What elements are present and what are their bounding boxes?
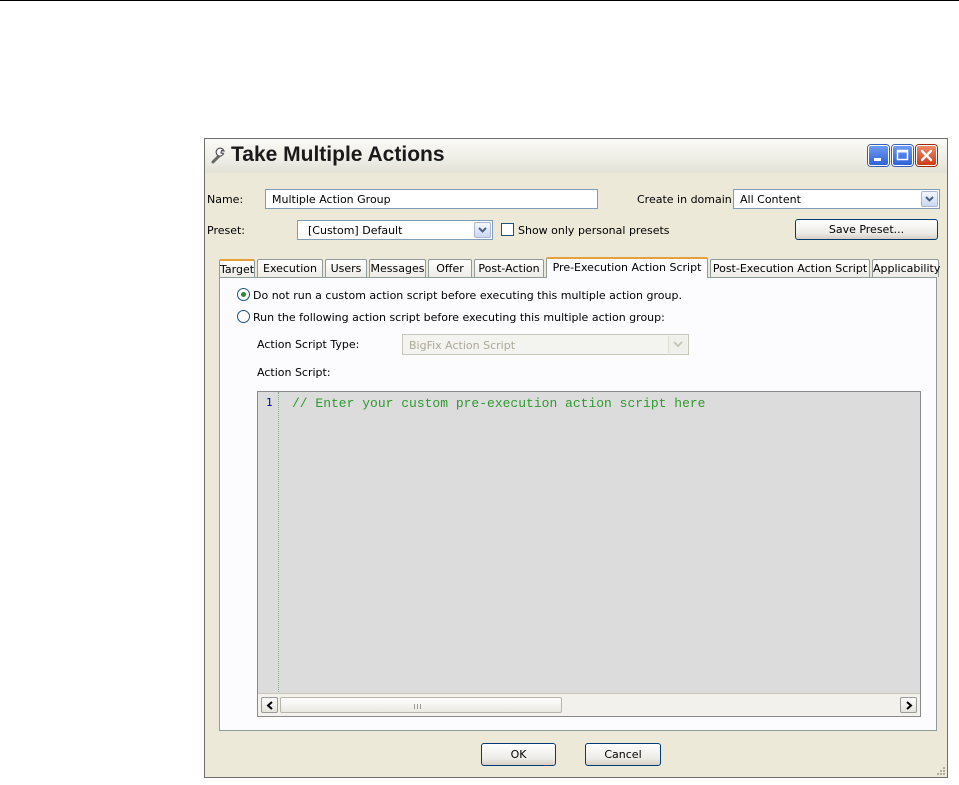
chevron-down-icon [478,227,487,233]
minimize-icon [874,158,881,161]
maximize-button[interactable] [892,145,913,166]
preset-label: Preset: [207,224,246,237]
radio-run-script[interactable] [237,310,250,323]
cancel-button[interactable]: Cancel [585,743,661,766]
personal-presets-checkbox[interactable] [501,223,514,236]
save-preset-button[interactable]: Save Preset... [795,219,938,240]
preset-value: [Custom] Default [308,224,403,237]
name-input[interactable]: Multiple Action Group [265,189,598,209]
tab-applicability[interactable]: Applicability [872,259,940,277]
tab-target[interactable]: Target [219,259,255,277]
window-title: Take Multiple Actions [231,143,445,166]
chevron-left-icon [266,701,273,710]
tab-users[interactable]: Users [325,259,367,277]
radio-run-script-label: Run the following action script before e… [253,311,665,324]
radio-do-not-run-label: Do not run a custom action script before… [253,289,682,302]
script-type-dropdown-button[interactable] [668,336,687,353]
close-button[interactable] [916,145,937,166]
line-number-gutter: 1 [258,392,279,694]
horizontal-scrollbar[interactable] [258,693,920,716]
tab-pre-execution-action-script[interactable]: Pre-Execution Action Script [546,257,708,278]
preset-dropdown-button[interactable] [474,222,491,238]
code-line: // Enter your custom pre-execution actio… [292,396,706,411]
grip-icon [414,704,421,709]
scroll-left-button[interactable] [261,697,278,713]
tab-messages[interactable]: Messages [369,259,426,277]
script-type-label: Action Script Type: [257,338,360,351]
tab-strip: Target Execution Users Messages Offer Po… [219,257,940,278]
scroll-right-button[interactable] [900,697,917,713]
title-bar[interactable]: Take Multiple Actions [205,139,947,173]
close-icon [920,149,933,162]
line-number: 1 [266,396,273,409]
personal-presets-label: Show only personal presets [518,224,670,237]
tab-offer[interactable]: Offer [428,259,472,277]
tab-post-execution-action-script[interactable]: Post-Execution Action Script [710,259,870,277]
page-top-rule [0,0,959,1]
action-script-editor[interactable]: 1 // Enter your custom pre-execution act… [257,391,921,717]
tab-post-action[interactable]: Post-Action [474,259,544,277]
radio-selected-dot [241,292,246,297]
resize-grip-icon[interactable] [935,765,945,775]
wrench-icon [209,145,229,165]
scrollbar-thumb[interactable] [280,697,562,713]
chevron-down-icon [673,341,683,348]
domain-dropdown-button[interactable] [921,191,938,207]
script-type-value: BigFix Action Script [409,339,516,352]
maximize-icon [896,149,909,161]
preset-select[interactable]: [Custom] Default [297,220,493,240]
radio-do-not-run[interactable] [237,288,250,301]
action-script-label: Action Script: [257,366,331,379]
minimize-button[interactable] [868,145,889,166]
script-type-select[interactable]: BigFix Action Script [402,334,689,355]
domain-value: All Content [740,193,801,206]
name-label: Name: [207,193,244,206]
domain-select[interactable]: All Content [733,189,940,209]
chevron-right-icon [906,701,913,710]
take-multiple-actions-dialog: Take Multiple Actions Name: Multiple Act… [204,138,948,778]
domain-label: Create in domain: [637,193,736,206]
ok-button[interactable]: OK [481,743,556,766]
chevron-down-icon [925,196,934,202]
tab-execution[interactable]: Execution [257,259,323,277]
